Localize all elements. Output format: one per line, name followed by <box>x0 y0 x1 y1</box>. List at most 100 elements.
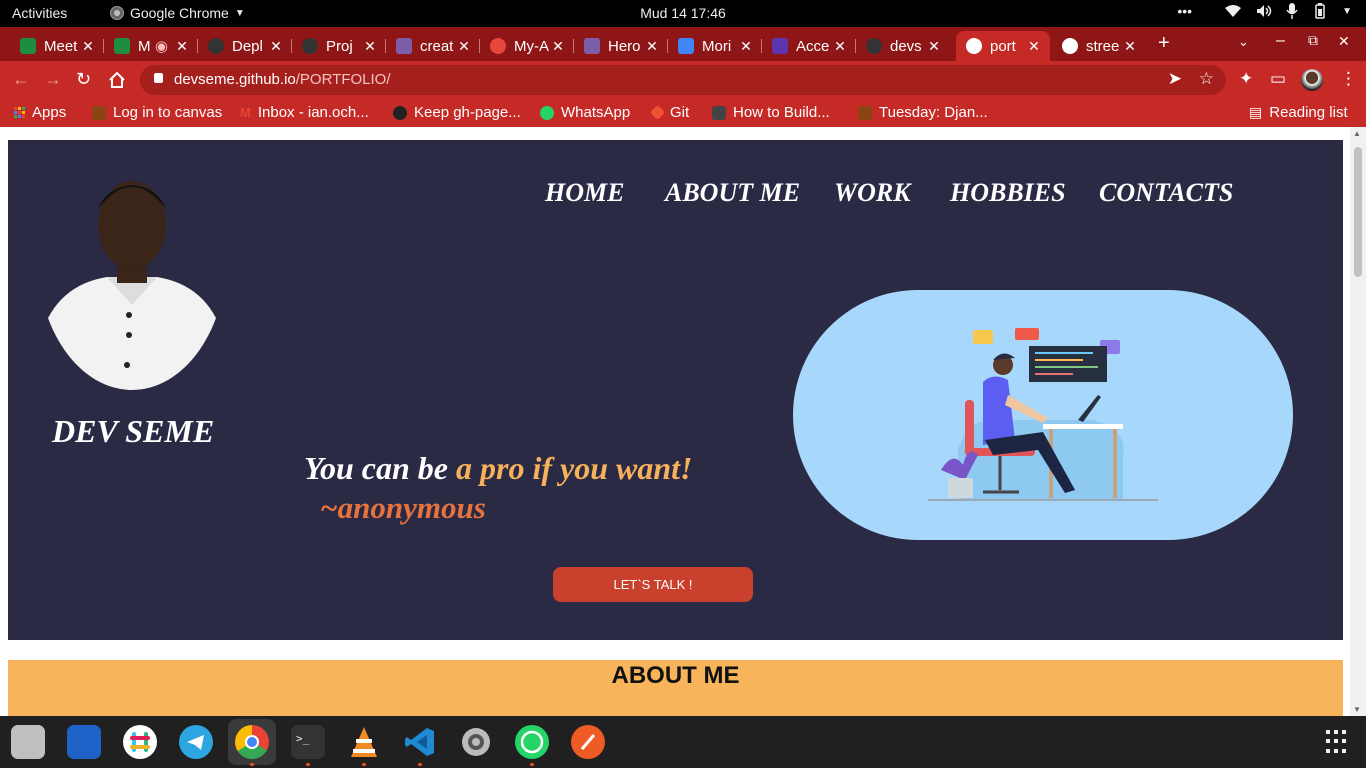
clock[interactable]: Mud 14 17:46 <box>640 5 726 21</box>
overflow-icon[interactable]: ••• <box>1177 3 1192 19</box>
tab[interactable]: Proj ✕ <box>292 31 386 61</box>
nav-hobbies[interactable]: HOBBIES <box>950 178 1066 208</box>
bookmark-gh-pages[interactable]: Keep gh-page... <box>393 104 521 121</box>
profile-avatar[interactable] <box>1301 69 1323 91</box>
quote-author: ~anonymous <box>320 490 486 525</box>
forward-button[interactable]: → <box>44 69 62 90</box>
nav-contacts[interactable]: CONTACTS <box>1099 178 1233 208</box>
scroll-up-icon[interactable]: ▲ <box>1353 129 1361 138</box>
url-path: /PORTFOLIO/ <box>295 71 391 88</box>
cast-icon[interactable]: ▭ <box>1270 69 1286 89</box>
telegram-icon[interactable] <box>179 725 213 759</box>
home-icon[interactable] <box>108 71 126 89</box>
reload-button[interactable]: ↻ <box>76 69 91 90</box>
new-tab-button[interactable]: + <box>1158 32 1170 55</box>
vscode-icon[interactable] <box>403 725 437 766</box>
scrollbar-thumb[interactable] <box>1354 147 1362 277</box>
vlc-icon[interactable] <box>347 725 381 766</box>
chrome-icon[interactable] <box>235 725 269 766</box>
bookmark-star-icon[interactable]: ☆ <box>1199 69 1214 89</box>
reading-list-button[interactable]: ▤ Reading list <box>1249 104 1348 121</box>
bookmark-how-to-build[interactable]: How to Build... <box>712 104 830 121</box>
close-window-button[interactable]: ✕ <box>1338 33 1350 50</box>
page-scrollbar[interactable]: ▲ ▼ <box>1350 127 1366 716</box>
text-editor-icon[interactable] <box>67 725 101 759</box>
reading-list-icon: ▤ <box>1249 104 1263 120</box>
terminal-icon[interactable]: >_ <box>291 725 325 766</box>
tab[interactable]: M ◉ ✕ <box>104 31 198 61</box>
close-tab-icon[interactable]: ✕ <box>832 38 848 55</box>
tab[interactable]: creat ✕ <box>386 31 480 61</box>
activities-button[interactable]: Activities <box>12 5 67 21</box>
tab[interactable]: Mori ✕ <box>668 31 762 61</box>
close-tab-icon[interactable]: ✕ <box>1122 38 1138 55</box>
tab[interactable]: Depl ✕ <box>198 31 292 61</box>
bookmark-tuesday-django[interactable]: Tuesday: Djan... <box>858 104 988 121</box>
close-tab-icon[interactable]: ✕ <box>738 38 754 55</box>
lock-icon[interactable] <box>154 73 163 83</box>
lets-talk-button[interactable]: LET`S TALK ! <box>553 567 753 602</box>
taskbar-dock: >_ <box>0 716 1366 768</box>
close-tab-icon[interactable]: ✕ <box>362 38 378 55</box>
system-status-area[interactable]: ••• ▼ <box>1177 3 1352 19</box>
scroll-down-icon[interactable]: ▼ <box>1353 705 1361 714</box>
url-text[interactable]: devseme.github.io/PORTFOLIO/ <box>174 71 391 88</box>
close-tab-icon[interactable]: ✕ <box>1026 38 1042 55</box>
nav-work[interactable]: WORK <box>834 178 911 208</box>
app-menu[interactable]: Google Chrome ▼ <box>110 5 245 21</box>
tab-active[interactable]: port ✕ <box>956 31 1050 61</box>
bookmark-inbox[interactable]: M Inbox - ian.och... <box>240 104 369 121</box>
nav-home[interactable]: HOME <box>545 178 624 208</box>
forms-favicon-icon <box>772 38 788 54</box>
gmail-icon: M <box>240 105 251 120</box>
close-tab-icon[interactable]: ✕ <box>80 38 96 55</box>
close-tab-icon[interactable]: ✕ <box>456 38 472 55</box>
maximize-button[interactable]: ⧉ <box>1308 32 1318 49</box>
bookmark-git[interactable]: Git <box>649 104 690 121</box>
tab-title: port <box>990 37 1016 55</box>
chrome-menu-icon[interactable]: ⋮ <box>1340 69 1357 89</box>
tab-search-chevron-icon[interactable]: ⌄ <box>1238 34 1249 50</box>
minimize-button[interactable]: – <box>1276 32 1285 50</box>
address-bar[interactable]: devseme.github.io/PORTFOLIO/ ➤ ☆ <box>140 65 1226 95</box>
tab[interactable]: devs ✕ <box>856 31 950 61</box>
tab-title: Meet <box>44 37 78 55</box>
web-page: DEV SEME HOME ABOUT ME WORK HOBBIES CONT… <box>0 127 1366 716</box>
app-favicon-icon <box>490 38 506 54</box>
close-tab-icon[interactable]: ✕ <box>268 38 284 55</box>
show-applications-icon[interactable] <box>1326 730 1350 754</box>
github-favicon-icon <box>208 38 224 54</box>
extensions-icon[interactable]: ✦ <box>1239 69 1253 89</box>
back-button[interactable]: ← <box>12 69 30 90</box>
close-tab-icon[interactable]: ✕ <box>926 38 942 55</box>
tab[interactable]: stree ✕ <box>1052 31 1146 61</box>
slack-icon[interactable] <box>123 725 157 759</box>
bookmark-apps[interactable]: Apps <box>14 104 66 121</box>
tab-title: Proj <box>326 37 353 55</box>
settings-icon[interactable] <box>459 725 493 759</box>
nav-about-me[interactable]: ABOUT ME <box>665 178 800 208</box>
close-tab-icon[interactable]: ✕ <box>644 38 660 55</box>
about-section: ABOUT ME <box>8 660 1343 716</box>
tab[interactable]: Meet ✕ <box>10 31 104 61</box>
tab[interactable]: Hero ✕ <box>574 31 668 61</box>
github-favicon-icon <box>866 38 882 54</box>
canvas-icon <box>92 105 106 120</box>
tab[interactable]: My-A ✕ <box>480 31 574 61</box>
close-tab-icon[interactable]: ✕ <box>550 38 566 55</box>
hero-section: DEV SEME HOME ABOUT ME WORK HOBBIES CONT… <box>8 140 1343 640</box>
bookmark-label: Git <box>670 104 690 121</box>
about-heading: ABOUT ME <box>611 662 740 689</box>
send-tab-icon[interactable]: ➤ <box>1168 69 1182 89</box>
github-favicon-icon <box>302 38 318 54</box>
files-icon[interactable] <box>11 725 45 759</box>
tab-title: stree <box>1086 37 1120 55</box>
close-tab-icon[interactable]: ✕ <box>174 38 190 55</box>
tab[interactable]: Acce ✕ <box>762 31 856 61</box>
whatsapp-icon <box>540 105 554 120</box>
postman-icon[interactable] <box>571 725 605 759</box>
bookmark-canvas[interactable]: Log in to canvas <box>92 104 222 121</box>
whatsapp-icon[interactable] <box>515 725 549 766</box>
bookmark-whatsapp[interactable]: WhatsApp <box>540 104 630 121</box>
quote-highlight: a pro if you want! <box>456 450 693 486</box>
